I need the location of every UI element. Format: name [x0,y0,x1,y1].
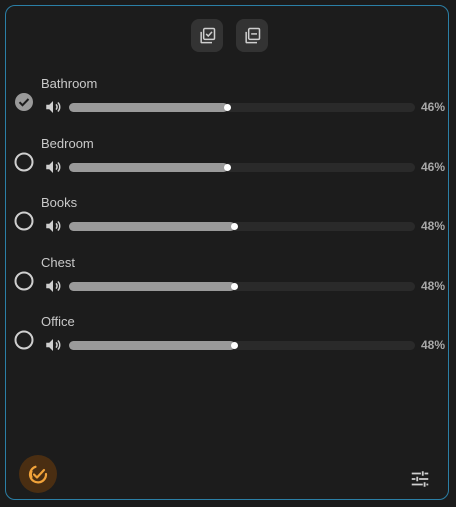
volume-icon[interactable] [44,217,62,235]
volume-icon[interactable] [44,158,62,176]
top-actions [6,19,448,53]
room-row-bathroom: Bathroom 46% [6,76,448,128]
group-check-icon [28,465,48,484]
room-select-radio[interactable] [14,330,34,350]
room-row-bedroom: Bedroom 46% [6,136,448,188]
settings-button[interactable] [409,468,431,490]
unchecked-circle-icon [14,271,34,291]
room-row-office: Office 48% [6,314,448,366]
volume-slider-fill [69,163,229,172]
volume-slider[interactable] [69,222,415,231]
room-select-radio[interactable] [14,92,34,112]
volume-percent: 48% [420,219,445,233]
volume-slider[interactable] [69,163,415,172]
room-select-radio[interactable] [14,211,34,231]
volume-percent: 48% [420,279,445,293]
room-name: Bathroom [41,76,98,91]
room-name: Chest [41,255,75,270]
room-select-radio[interactable] [14,271,34,291]
volume-slider-fill [69,222,236,231]
select-all-button[interactable] [191,19,223,52]
volume-slider[interactable] [69,103,415,112]
volume-slider[interactable] [69,282,415,291]
volume-percent: 46% [420,160,445,174]
volume-slider-fill [69,282,236,291]
room-select-radio[interactable] [14,152,34,172]
room-name: Office [41,314,75,329]
room-row-books: Books 48% [6,195,448,247]
deselect-all-icon [245,27,261,43]
speaker-group-card: Bathroom 46% Bedroom 46% Books 48% Chest… [5,5,449,500]
room-row-chest: Chest 48% [6,255,448,307]
room-name: Bedroom [41,136,94,151]
room-name: Books [41,195,78,210]
volume-slider-handle[interactable] [231,342,239,349]
unchecked-circle-icon [14,211,34,231]
volume-slider[interactable] [69,341,415,350]
volume-slider-fill [69,341,236,350]
volume-slider-fill [69,103,229,112]
select-all-icon [200,27,216,43]
volume-slider-handle[interactable] [231,223,239,230]
volume-icon[interactable] [44,98,62,116]
volume-slider-handle[interactable] [231,283,239,290]
unchecked-circle-icon [14,152,34,172]
volume-slider-handle[interactable] [224,104,232,111]
group-join-button[interactable] [19,455,57,493]
volume-icon[interactable] [44,336,62,354]
volume-slider-handle[interactable] [224,164,232,171]
unchecked-circle-icon [14,330,34,350]
volume-icon[interactable] [44,277,62,295]
deselect-all-button[interactable] [236,19,268,52]
tune-icon [411,471,429,487]
volume-percent: 48% [420,338,445,352]
volume-percent: 46% [420,100,445,114]
checked-circle-icon [15,93,33,111]
